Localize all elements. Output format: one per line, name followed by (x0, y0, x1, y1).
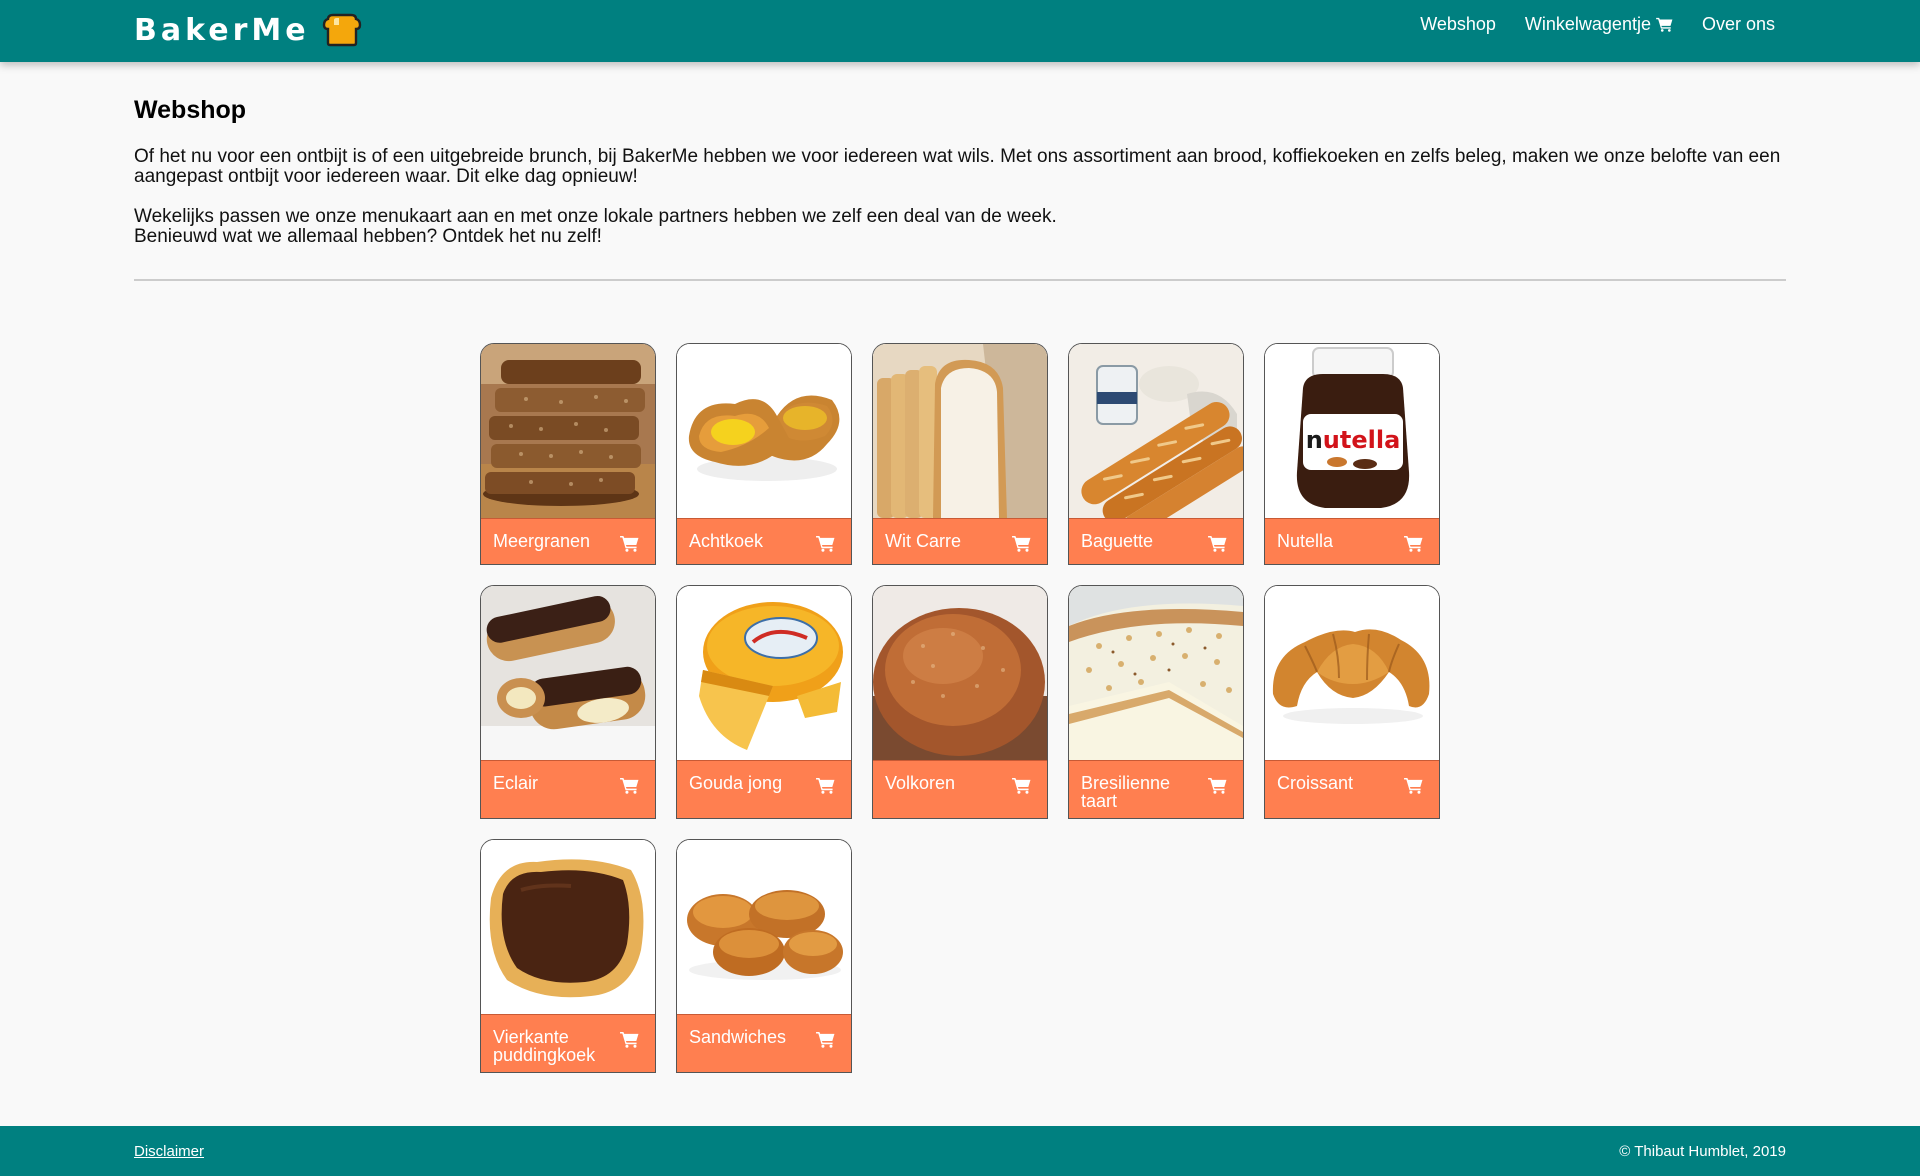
page-title: Webshop (134, 96, 247, 124)
add-to-cart-icon[interactable] (620, 777, 639, 794)
wholewheat-bread-image (873, 586, 1047, 760)
cart-icon (1656, 17, 1673, 32)
svg-text:nutella: nutella (1306, 426, 1401, 454)
add-to-cart-icon[interactable] (1208, 535, 1227, 552)
sandwich-rolls-image (677, 840, 851, 1014)
product-card-footer: Nutella (1265, 518, 1439, 564)
add-to-cart-icon[interactable] (1404, 777, 1423, 794)
multigrain-bread-image (481, 344, 655, 518)
product-name: Gouda jong (689, 773, 783, 793)
add-to-cart-icon[interactable] (816, 777, 835, 794)
croissant-image (1265, 586, 1439, 760)
product-name: Sandwiches (689, 1027, 787, 1047)
product-card[interactable]: Volkoren (872, 585, 1048, 819)
product-card-footer: Achtkoek (677, 518, 851, 564)
product-card-footer: Wit Carre (873, 518, 1047, 564)
product-name: Eclair (493, 773, 539, 793)
intro-paragraph-2: Wekelijks passen we onze menukaart aan e… (134, 207, 1786, 247)
product-card[interactable]: Bresilienne taart (1068, 585, 1244, 819)
nav-webshop-link[interactable]: Webshop (1420, 14, 1496, 35)
product-name: Baguette (1081, 531, 1154, 551)
nutella-jar-image: nutella (1265, 344, 1439, 518)
product-name: Vierkante puddingkoek (493, 1027, 596, 1065)
disclaimer-link[interactable]: Disclaimer (134, 1143, 204, 1160)
section-divider (134, 279, 1786, 281)
add-to-cart-icon[interactable] (1012, 777, 1031, 794)
product-card[interactable]: Gouda jong (676, 585, 852, 819)
baguette-image (1069, 344, 1243, 518)
product-name: Achtkoek (689, 531, 764, 551)
product-name: Croissant (1277, 773, 1354, 793)
nav-webshop-label: Webshop (1420, 14, 1496, 34)
add-to-cart-icon[interactable] (1404, 535, 1423, 552)
product-name: Volkoren (885, 773, 956, 793)
nav-cart-label: Winkelwagentje (1524, 14, 1651, 34)
product-card-footer: Baguette (1069, 518, 1243, 564)
product-card[interactable]: Sandwiches (676, 839, 852, 1073)
gouda-cheese-image (677, 586, 851, 760)
toast-icon (322, 13, 361, 47)
product-card[interactable]: Achtkoek (676, 343, 852, 565)
product-card-footer: Vierkante puddingkoek (481, 1014, 655, 1072)
nav-links: Webshop Winkelwagentje Over ons (1420, 14, 1775, 35)
top-navbar: BakerMe Webshop Winkelwagentje Over ons (0, 0, 1920, 62)
page-footer: Disclaimer © Thibaut Humblet, 2019 (0, 1126, 1920, 1176)
add-to-cart-icon[interactable] (1012, 535, 1031, 552)
product-card-footer: Eclair (481, 760, 655, 818)
product-name: Meergranen (493, 531, 591, 551)
intro-line-2a: Wekelijks passen we onze menukaart aan e… (134, 206, 1057, 227)
add-to-cart-icon[interactable] (620, 535, 639, 552)
nav-about-link[interactable]: Over ons (1702, 14, 1775, 35)
product-card[interactable]: Wit Carre (872, 343, 1048, 565)
product-card[interactable]: Eclair (480, 585, 656, 819)
brand-name: BakerMe (134, 12, 310, 48)
add-to-cart-icon[interactable] (620, 1031, 639, 1048)
product-card[interactable]: Meergranen (480, 343, 656, 565)
product-name: Bresilienne taart (1081, 773, 1171, 811)
copyright-text: © Thibaut Humblet, 2019 (1619, 1143, 1786, 1160)
product-card[interactable]: Croissant (1264, 585, 1440, 819)
product-grid: Meergranen Achtkoek Wit Carre Baguette n… (480, 343, 1440, 1073)
intro-paragraph-1: Of het nu voor een ontbijt is of een uit… (134, 146, 1781, 187)
eclair-image (481, 586, 655, 760)
product-card-footer: Croissant (1265, 760, 1439, 818)
main-content: Webshop Of het nu voor een ontbijt is of… (134, 96, 1786, 267)
intro-line-2b: Benieuwd wat we allemaal hebben? Ontdek … (134, 226, 602, 247)
add-to-cart-icon[interactable] (816, 1031, 835, 1048)
product-card[interactable]: Vierkante puddingkoek (480, 839, 656, 1073)
intro-text: Of het nu voor een ontbijt is of een uit… (134, 147, 1786, 247)
add-to-cart-icon[interactable] (1208, 777, 1227, 794)
product-card-footer: Sandwiches (677, 1014, 851, 1072)
brand-logo[interactable]: BakerMe (134, 10, 362, 50)
nav-about-label: Over ons (1701, 14, 1775, 34)
product-name: Wit Carre (885, 531, 961, 551)
product-name: Nutella (1277, 531, 1334, 551)
product-card-footer: Volkoren (873, 760, 1047, 818)
add-to-cart-icon[interactable] (816, 535, 835, 552)
nav-cart-link[interactable]: Winkelwagentje (1525, 14, 1673, 35)
product-card-footer: Bresilienne taart (1069, 760, 1243, 818)
product-card[interactable]: Baguette (1068, 343, 1244, 565)
square-pudding-pastry-image (481, 840, 655, 1014)
product-card[interactable]: nutella Nutella (1264, 343, 1440, 565)
product-card-footer: Gouda jong (677, 760, 851, 818)
custard-pastry-image (677, 344, 851, 518)
white-bread-image (873, 344, 1047, 518)
bresilienne-tart-image (1069, 586, 1243, 760)
product-card-footer: Meergranen (481, 518, 655, 564)
